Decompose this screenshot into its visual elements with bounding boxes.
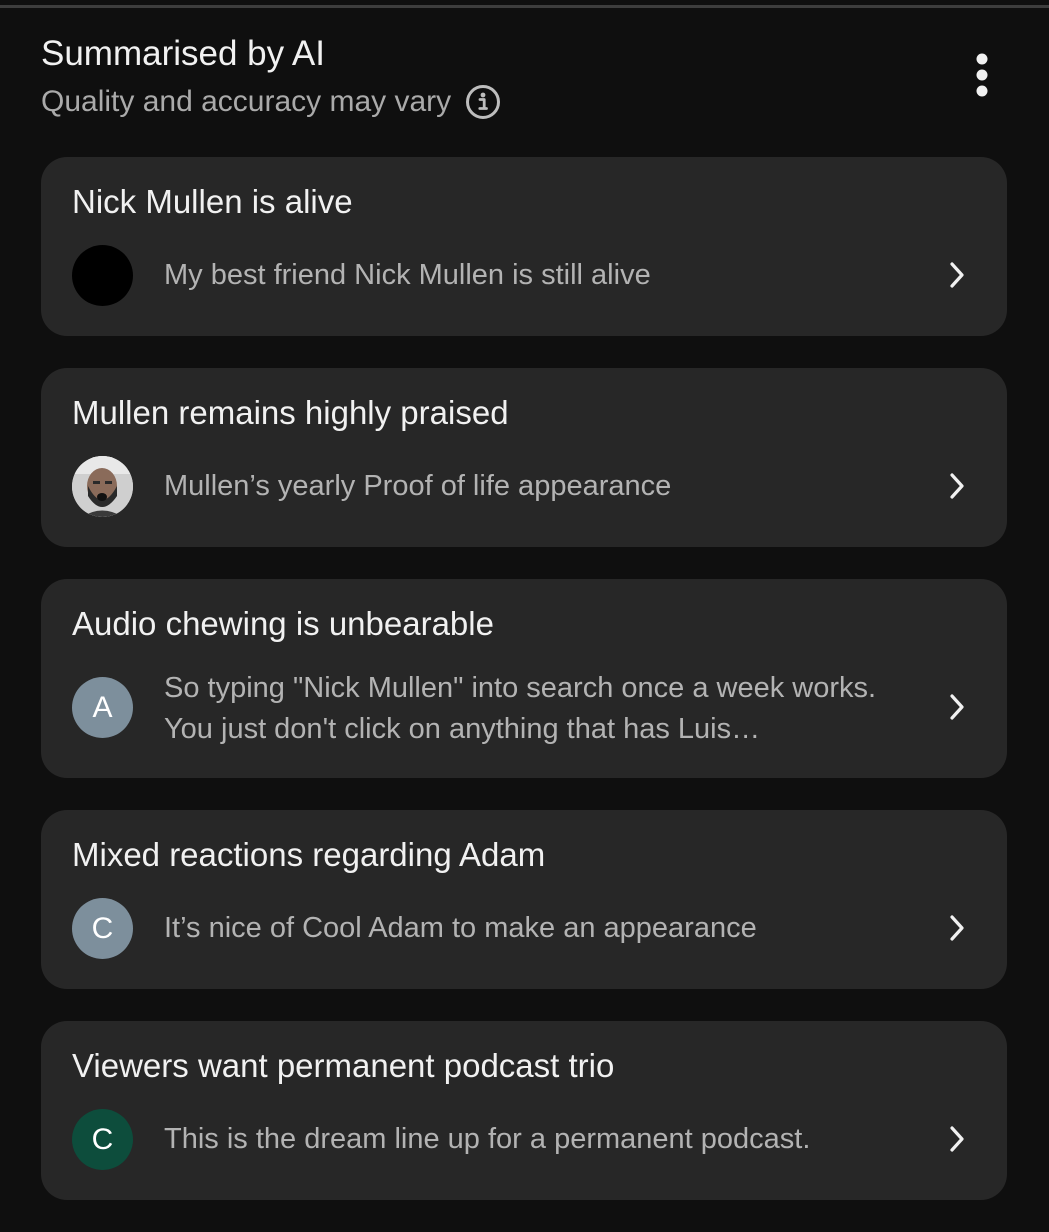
card-snippet: My best friend Nick Mullen is still aliv…	[164, 259, 651, 291]
top-divider	[0, 5, 1049, 8]
summary-card[interactable]: Viewers want permanent podcast trio C Th…	[41, 1021, 1007, 1200]
chevron-right-icon	[950, 262, 964, 288]
card-title: Mullen remains highly praised	[72, 394, 509, 431]
summary-card[interactable]: Nick Mullen is alive My best friend Nick…	[41, 157, 1007, 336]
card-snippet: Mullen’s yearly Proof of life appearance	[164, 470, 672, 502]
card-title: Audio chewing is unbearable	[72, 605, 494, 642]
summary-title: Summarised by AI	[41, 34, 325, 73]
card-title: Nick Mullen is alive	[72, 183, 353, 220]
chevron-right-icon	[950, 473, 964, 499]
chevron-right-icon	[950, 694, 964, 720]
summary-subtitle-row: Quality and accuracy may vary	[41, 84, 501, 120]
summary-card[interactable]: Mixed reactions regarding Adam C It’s ni…	[41, 810, 1007, 989]
summary-card[interactable]: Mullen remains highly praised Mullen’s y…	[41, 368, 1007, 547]
card-title: Mixed reactions regarding Adam	[72, 836, 546, 873]
black-circle-avatar	[72, 245, 133, 306]
letter-avatar: C	[72, 898, 133, 959]
more-options-button[interactable]	[967, 50, 997, 100]
chevron-right-icon	[950, 1126, 964, 1152]
card-snippet: It’s nice of Cool Adam to make an appear…	[164, 912, 757, 944]
summary-header: Summarised by AI Quality and accuracy ma…	[41, 30, 1007, 130]
more-vertical-icon	[976, 53, 988, 97]
card-snippet: This is the dream line up for a permanen…	[164, 1123, 811, 1155]
summary-card-list: Nick Mullen is alive My best friend Nick…	[41, 157, 1007, 1232]
card-title: Viewers want permanent podcast trio	[72, 1047, 615, 1084]
chevron-right-icon	[950, 915, 964, 941]
card-snippet: So typing "Nick Mullen" into search once…	[164, 672, 877, 745]
letter-avatar: A	[72, 677, 133, 738]
summary-card[interactable]: Audio chewing is unbearable A So typing …	[41, 579, 1007, 778]
summary-disclaimer: Quality and accuracy may vary	[41, 85, 452, 118]
letter-avatar: C	[72, 1109, 133, 1170]
bearded-man-photo-avatar	[72, 456, 133, 517]
info-icon[interactable]	[465, 84, 501, 120]
